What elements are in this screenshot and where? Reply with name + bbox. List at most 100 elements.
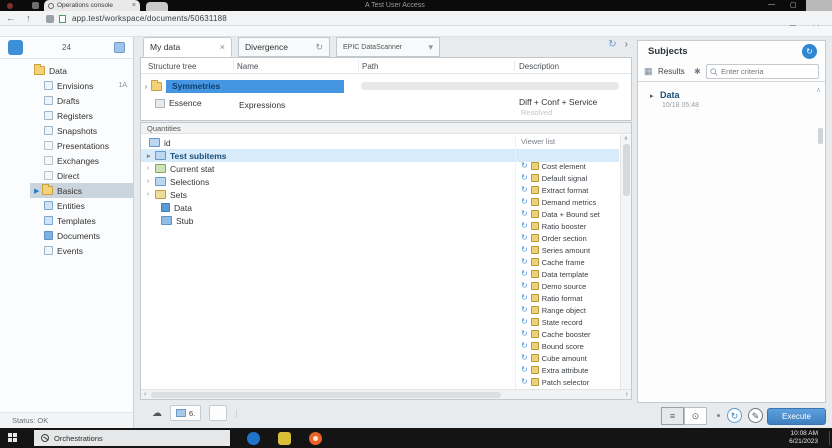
pinned-app-orange-icon[interactable]: [309, 432, 322, 445]
sidebar-tree-item[interactable]: ▶ Basics: [30, 183, 133, 198]
viewer-list-item[interactable]: ↻ Cube amount: [521, 352, 609, 364]
tab-close-icon[interactable]: ×: [220, 42, 225, 52]
sidebar-tree-item[interactable]: Templates: [30, 213, 133, 228]
more-tabs-icon[interactable]: ›: [625, 39, 628, 50]
viewer-list-item[interactable]: ↻ Cache booster: [521, 328, 609, 340]
scrollbar-thumb[interactable]: [623, 144, 630, 196]
up-icon[interactable]: ↑: [26, 14, 31, 23]
pinned-app-blue-icon[interactable]: [247, 432, 260, 445]
viewer-column-header[interactable]: Viewer list: [521, 136, 609, 148]
refresh-round-button[interactable]: ↻: [727, 408, 742, 423]
column-header[interactable]: Structure tree: [148, 62, 196, 71]
refresh-icon[interactable]: ↻: [315, 42, 323, 53]
viewer-list-item[interactable]: ↻ Data template: [521, 268, 609, 280]
viewer-list-item[interactable]: ↻ Default signal: [521, 172, 609, 184]
outer-minimize-icon[interactable]: —: [768, 1, 775, 8]
outer-close-button[interactable]: [806, 0, 832, 11]
viewer-list-item[interactable]: ↻ Cache frame: [521, 256, 609, 268]
sidebar-tree-item[interactable]: Registers: [30, 108, 133, 123]
viewer-list-item[interactable]: ↻ Demo source: [521, 280, 609, 292]
tab-my-data[interactable]: My data ×: [143, 37, 232, 57]
tree-row[interactable]: › Sets: [141, 188, 513, 201]
new-tab-button[interactable]: [146, 2, 168, 11]
sidebar-tree-item[interactable]: Documents: [30, 228, 133, 243]
execute-button[interactable]: Execute: [767, 408, 826, 425]
viewer-list-item[interactable]: ↻ Data + Bound set: [521, 208, 609, 220]
pinned-app-yellow-icon[interactable]: [278, 432, 291, 445]
sync-icon[interactable]: ↻: [608, 39, 616, 50]
browser-tab[interactable]: Operations console ×: [44, 0, 140, 11]
tree-row[interactable]: id: [141, 136, 513, 149]
sidebar-tree-item[interactable]: Envisions 1A: [30, 78, 133, 93]
expand-arrow-icon[interactable]: ▶: [34, 187, 42, 195]
expand-icon[interactable]: ▸: [147, 152, 155, 160]
tree-row[interactable]: Data: [141, 201, 513, 214]
taskbar-clock[interactable]: 10:08 AM 6/21/2023: [789, 430, 818, 446]
scroll-up-icon[interactable]: ∧: [621, 135, 631, 142]
selected-cell[interactable]: Symmetries: [166, 79, 344, 93]
expand-icon[interactable]: ›: [147, 191, 155, 198]
viewer-list-item[interactable]: ↻ Ratio format: [521, 292, 609, 304]
viewer-list-item[interactable]: ↻ Extra attribute: [521, 364, 609, 376]
browser-menu-icon[interactable]: [32, 2, 39, 9]
sidebar-tree-item[interactable]: Data: [30, 63, 133, 78]
column-header[interactable]: Description: [519, 62, 559, 71]
viewer-list-item[interactable]: ↻ Extract format: [521, 184, 609, 196]
chevron-down-icon[interactable]: ▾: [428, 42, 433, 53]
viewer-list-item[interactable]: ↻ Patch selector: [521, 376, 609, 388]
panel-toggle-icon[interactable]: [114, 42, 125, 53]
expand-icon[interactable]: ›: [141, 82, 151, 91]
sidebar-tree-item[interactable]: Entities: [30, 198, 133, 213]
scrollbar-thumb[interactable]: [818, 128, 823, 144]
scrollbar-thumb[interactable]: [151, 392, 501, 398]
table-row[interactable]: Essence Expressions Diff + Conf + Servic…: [141, 95, 633, 117]
column-header[interactable]: Name: [237, 62, 258, 71]
address-url[interactable]: app.test/workspace/documents/50631188: [72, 14, 227, 23]
sidebar-tree-item[interactable]: Drafts: [30, 93, 133, 108]
scroll-right-icon[interactable]: ›: [626, 390, 628, 400]
edit-round-button[interactable]: ✎: [748, 408, 763, 423]
viewer-list-item[interactable]: ↻ Order section: [521, 232, 609, 244]
scroll-left-icon[interactable]: ‹: [144, 390, 146, 400]
taskbar-search[interactable]: Orchestrations: [34, 430, 230, 446]
viewer-list-item[interactable]: ↻ Ratio booster: [521, 220, 609, 232]
viewer-list-item[interactable]: ↻ Cost element: [521, 160, 609, 172]
cloud-icon[interactable]: ☁: [152, 408, 162, 419]
sidebar-tree-item[interactable]: Direct: [30, 168, 133, 183]
start-button[interactable]: [8, 433, 18, 443]
viewer-list-item[interactable]: ↻ Series amount: [521, 244, 609, 256]
viewer-list-item[interactable]: ↻ Range object: [521, 304, 609, 316]
tree-row[interactable]: › Selections: [141, 175, 513, 188]
tree-row[interactable]: Stub: [141, 214, 513, 227]
horizontal-scrollbar[interactable]: ‹ ›: [141, 389, 631, 399]
sidebar-tree-item[interactable]: Exchanges: [30, 153, 133, 168]
expand-arrow-icon[interactable]: ▸: [650, 92, 654, 100]
folder-tool-button[interactable]: 6.: [170, 405, 202, 421]
preview-button[interactable]: ⊙: [684, 407, 707, 425]
scroll-up-icon[interactable]: ∧: [816, 86, 821, 94]
tab-datascanner[interactable]: EPIC DataScanner ▾: [336, 37, 440, 57]
expand-icon[interactable]: ›: [147, 178, 155, 185]
sidebar-tree-item[interactable]: Events: [30, 243, 133, 258]
sidebar-tree-item[interactable]: Presentations: [30, 138, 133, 153]
viewer-list-item[interactable]: ↻ State record: [521, 316, 609, 328]
subject-item-label[interactable]: Data: [660, 90, 680, 100]
column-header[interactable]: Path: [362, 62, 378, 71]
vertical-scrollbar[interactable]: ∧: [620, 135, 631, 389]
viewer-list-item[interactable]: ↻ Bound score: [521, 340, 609, 352]
extension-icon[interactable]: [46, 15, 54, 23]
criteria-search-input[interactable]: [706, 64, 819, 79]
show-desktop-button[interactable]: [829, 431, 830, 445]
grid-icon[interactable]: ▦: [644, 66, 653, 77]
back-icon[interactable]: ←: [6, 14, 15, 23]
tab-close-icon[interactable]: ×: [132, 2, 136, 9]
tree-row[interactable]: › Current stat: [141, 162, 513, 175]
filter-star-icon[interactable]: ✱: [694, 67, 701, 76]
sidebar-tree-item[interactable]: Snapshots: [30, 123, 133, 138]
expand-icon[interactable]: ›: [147, 165, 155, 172]
tab-divergence[interactable]: Divergence ↻: [238, 37, 330, 57]
list-view-button[interactable]: ≡: [661, 407, 684, 425]
sync-orb-icon[interactable]: ↻: [802, 44, 817, 59]
viewer-list-item[interactable]: ↻ Demand metrics: [521, 196, 609, 208]
outer-maximize-icon[interactable]: ▢: [790, 1, 797, 9]
